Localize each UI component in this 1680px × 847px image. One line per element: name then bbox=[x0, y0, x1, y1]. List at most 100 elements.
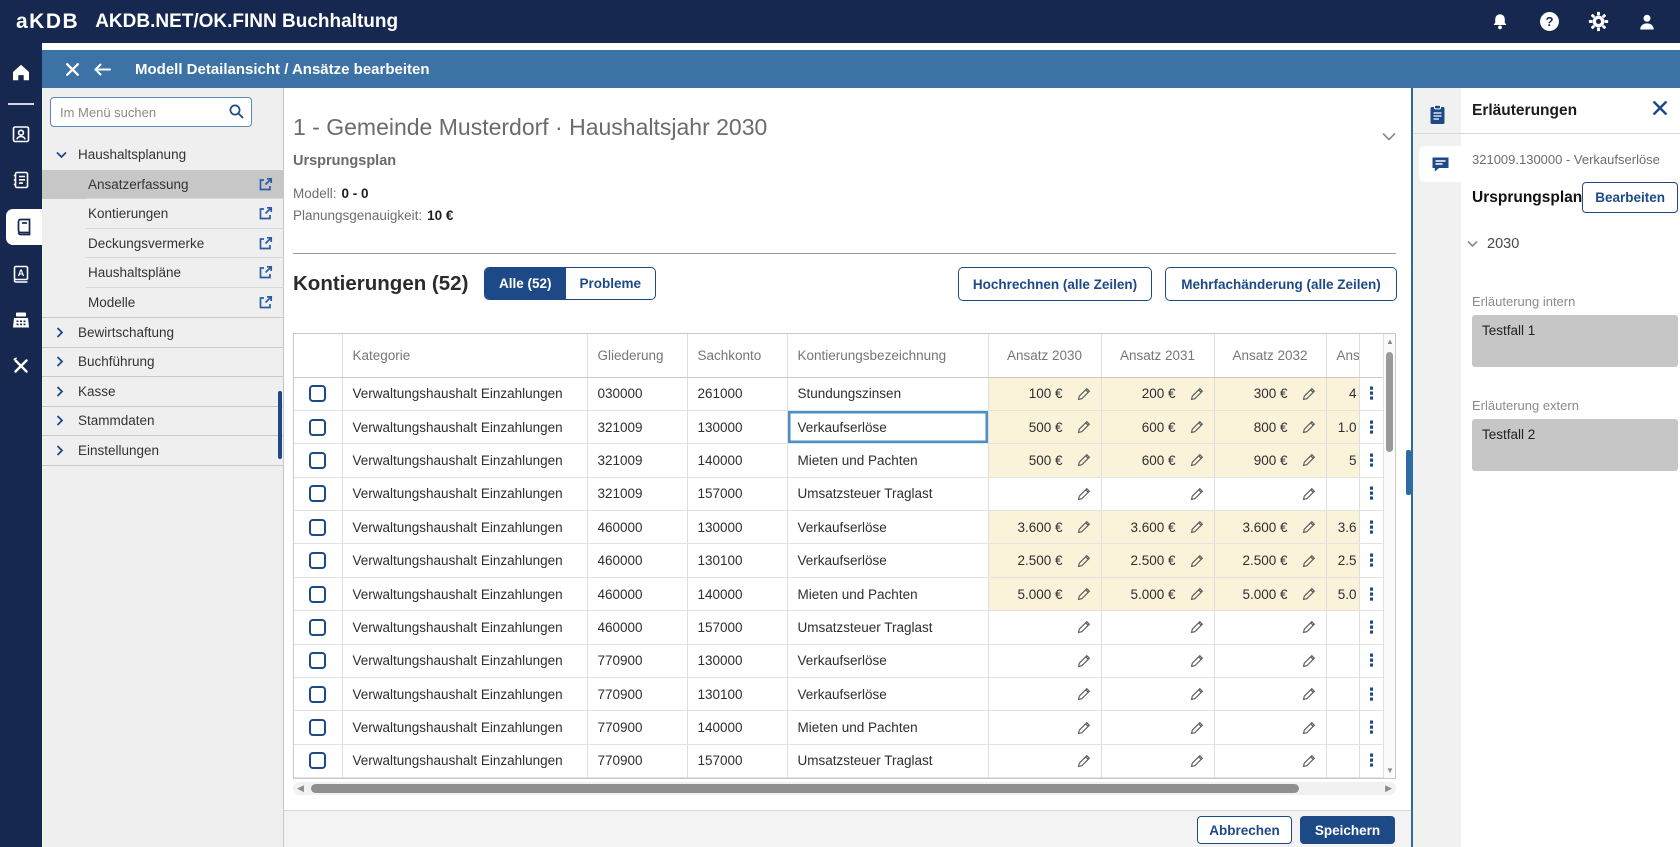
panel-close-icon[interactable] bbox=[1652, 100, 1668, 121]
budget-planning-icon-active[interactable] bbox=[6, 209, 42, 245]
edit-pencil-icon[interactable] bbox=[1302, 387, 1316, 401]
row-menu-kebab-icon[interactable]: ⋮ bbox=[1363, 651, 1380, 670]
user-profile-icon[interactable] bbox=[1636, 11, 1658, 33]
settings-gear-icon[interactable] bbox=[1587, 11, 1609, 33]
sidebar-item-deckungsvermerke[interactable]: Deckungsvermerke bbox=[42, 229, 284, 259]
sidebar-item-buchfuehrung[interactable]: Buchführung bbox=[42, 347, 284, 377]
save-button[interactable]: Speichern bbox=[1300, 816, 1395, 844]
tools-icon[interactable] bbox=[0, 349, 42, 383]
scroll-down-icon[interactable]: ▼ bbox=[1384, 766, 1396, 775]
mehrfachaenderung-button[interactable]: Mehrfachänderung (alle Zeilen) bbox=[1165, 267, 1397, 301]
edit-pencil-icon[interactable] bbox=[1302, 687, 1316, 701]
row-menu-kebab-icon[interactable]: ⋮ bbox=[1363, 685, 1380, 704]
hochrechnen-button[interactable]: Hochrechnen (alle Zeilen) bbox=[958, 267, 1152, 301]
edit-pencil-icon[interactable] bbox=[1302, 721, 1316, 735]
sidebar-scrollbar-thumb[interactable] bbox=[278, 391, 282, 459]
cash-register-icon[interactable] bbox=[0, 303, 42, 337]
edit-pencil-icon[interactable] bbox=[1077, 654, 1091, 668]
row-menu-kebab-icon[interactable]: ⋮ bbox=[1363, 751, 1380, 770]
edit-pencil-icon[interactable] bbox=[1077, 754, 1091, 768]
edit-pencil-icon[interactable] bbox=[1077, 687, 1091, 701]
row-menu-kebab-icon[interactable]: ⋮ bbox=[1363, 551, 1380, 570]
edit-pencil-icon[interactable] bbox=[1302, 554, 1316, 568]
cell-bezeichnung[interactable]: Mieten und Pachten bbox=[787, 711, 988, 744]
cell-bezeichnung[interactable]: Verkaufserlöse bbox=[787, 678, 988, 711]
row-checkbox[interactable] bbox=[309, 719, 326, 736]
row-checkbox[interactable] bbox=[309, 752, 326, 769]
cell-bezeichnung[interactable]: Mieten und Pachten bbox=[787, 444, 988, 477]
scroll-left-icon[interactable]: ◀ bbox=[297, 783, 304, 794]
edit-pencil-icon[interactable] bbox=[1190, 453, 1204, 467]
sidebar-item-kontierungen[interactable]: Kontierungen bbox=[42, 199, 284, 229]
row-menu-kebab-icon[interactable]: ⋮ bbox=[1363, 518, 1380, 537]
back-arrow-icon[interactable] bbox=[87, 54, 117, 84]
cell-bezeichnung[interactable]: Umsatzsteuer Traglast bbox=[787, 744, 988, 777]
horizontal-scroll-thumb[interactable] bbox=[311, 784, 1299, 793]
cell-bezeichnung[interactable]: Verkaufserlöse bbox=[787, 544, 988, 577]
edit-pencil-icon[interactable] bbox=[1302, 654, 1316, 668]
cancel-button[interactable]: Abbrechen bbox=[1197, 816, 1292, 844]
cell-bezeichnung[interactable]: Mieten und Pachten bbox=[787, 577, 988, 610]
edit-pencil-icon[interactable] bbox=[1302, 620, 1316, 634]
edit-pencil-icon[interactable] bbox=[1190, 487, 1204, 501]
external-link-icon[interactable] bbox=[258, 206, 273, 224]
row-checkbox[interactable] bbox=[309, 452, 326, 469]
year-group-toggle[interactable]: 2030 bbox=[1467, 236, 1519, 252]
row-menu-kebab-icon[interactable]: ⋮ bbox=[1363, 384, 1380, 403]
edit-pencil-icon[interactable] bbox=[1077, 420, 1091, 434]
scroll-right-icon[interactable]: ▶ bbox=[1385, 783, 1392, 794]
help-icon[interactable]: ? bbox=[1538, 11, 1560, 33]
external-link-icon[interactable] bbox=[258, 265, 273, 283]
edit-pencil-icon[interactable] bbox=[1077, 520, 1091, 534]
sidebar-item-kasse[interactable]: Kasse bbox=[42, 376, 284, 406]
edit-pencil-icon[interactable] bbox=[1077, 721, 1091, 735]
edit-pencil-icon[interactable] bbox=[1302, 420, 1316, 434]
glossary-icon[interactable]: A bbox=[0, 257, 42, 291]
edit-pencil-icon[interactable] bbox=[1190, 554, 1204, 568]
row-checkbox[interactable] bbox=[309, 519, 326, 536]
external-link-icon[interactable] bbox=[258, 236, 273, 254]
bearbeiten-button[interactable]: Bearbeiten bbox=[1582, 182, 1678, 213]
edit-pencil-icon[interactable] bbox=[1190, 654, 1204, 668]
edit-pencil-icon[interactable] bbox=[1302, 520, 1316, 534]
tab-probleme[interactable]: Probleme bbox=[566, 268, 656, 299]
edit-pencil-icon[interactable] bbox=[1190, 520, 1204, 534]
scroll-up-icon[interactable]: ▲ bbox=[1384, 337, 1396, 346]
edit-pencil-icon[interactable] bbox=[1190, 587, 1204, 601]
row-menu-kebab-icon[interactable]: ⋮ bbox=[1363, 618, 1380, 637]
row-checkbox[interactable] bbox=[309, 419, 326, 436]
row-checkbox[interactable] bbox=[309, 552, 326, 569]
menu-search-input[interactable] bbox=[50, 97, 252, 127]
external-link-icon[interactable] bbox=[258, 295, 273, 313]
row-checkbox[interactable] bbox=[309, 385, 326, 402]
edit-pencil-icon[interactable] bbox=[1190, 721, 1204, 735]
cell-bezeichnung[interactable]: Stundungszinsen bbox=[787, 377, 988, 410]
close-icon[interactable] bbox=[57, 54, 87, 84]
edit-pencil-icon[interactable] bbox=[1077, 387, 1091, 401]
sidebar-item-haushaltsplanung[interactable]: Haushaltsplanung bbox=[42, 140, 284, 170]
cell-bezeichnung[interactable]: Verkaufserlöse bbox=[787, 644, 988, 677]
sidebar-item-stammdaten[interactable]: Stammdaten bbox=[42, 406, 284, 436]
edit-pencil-icon[interactable] bbox=[1077, 554, 1091, 568]
sidebar-item-bewirtschaftung[interactable]: Bewirtschaftung bbox=[42, 317, 284, 347]
edit-pencil-icon[interactable] bbox=[1190, 687, 1204, 701]
vertical-scroll-thumb[interactable] bbox=[1386, 352, 1393, 452]
row-checkbox[interactable] bbox=[309, 652, 326, 669]
collapse-chevron-icon[interactable] bbox=[1382, 128, 1396, 146]
cell-bezeichnung[interactable]: Verkaufserlöse bbox=[787, 410, 988, 443]
home-icon[interactable] bbox=[0, 55, 42, 89]
notifications-bell-icon[interactable] bbox=[1489, 11, 1511, 33]
journal-icon[interactable] bbox=[0, 163, 42, 197]
edit-pencil-icon[interactable] bbox=[1077, 487, 1091, 501]
edit-pencil-icon[interactable] bbox=[1302, 587, 1316, 601]
sidebar-item-ansatzerfassung[interactable]: Ansatzerfassung bbox=[42, 170, 284, 200]
row-menu-kebab-icon[interactable]: ⋮ bbox=[1363, 418, 1380, 437]
table-horizontal-scrollbar[interactable]: ◀ ▶ bbox=[293, 782, 1396, 795]
row-checkbox[interactable] bbox=[309, 619, 326, 636]
edit-pencil-icon[interactable] bbox=[1190, 754, 1204, 768]
edit-pencil-icon[interactable] bbox=[1190, 620, 1204, 634]
cell-bezeichnung[interactable]: Umsatzsteuer Traglast bbox=[787, 477, 988, 510]
sidebar-item-modelle[interactable]: Modelle bbox=[42, 288, 284, 318]
edit-pencil-icon[interactable] bbox=[1077, 587, 1091, 601]
row-checkbox[interactable] bbox=[309, 686, 326, 703]
